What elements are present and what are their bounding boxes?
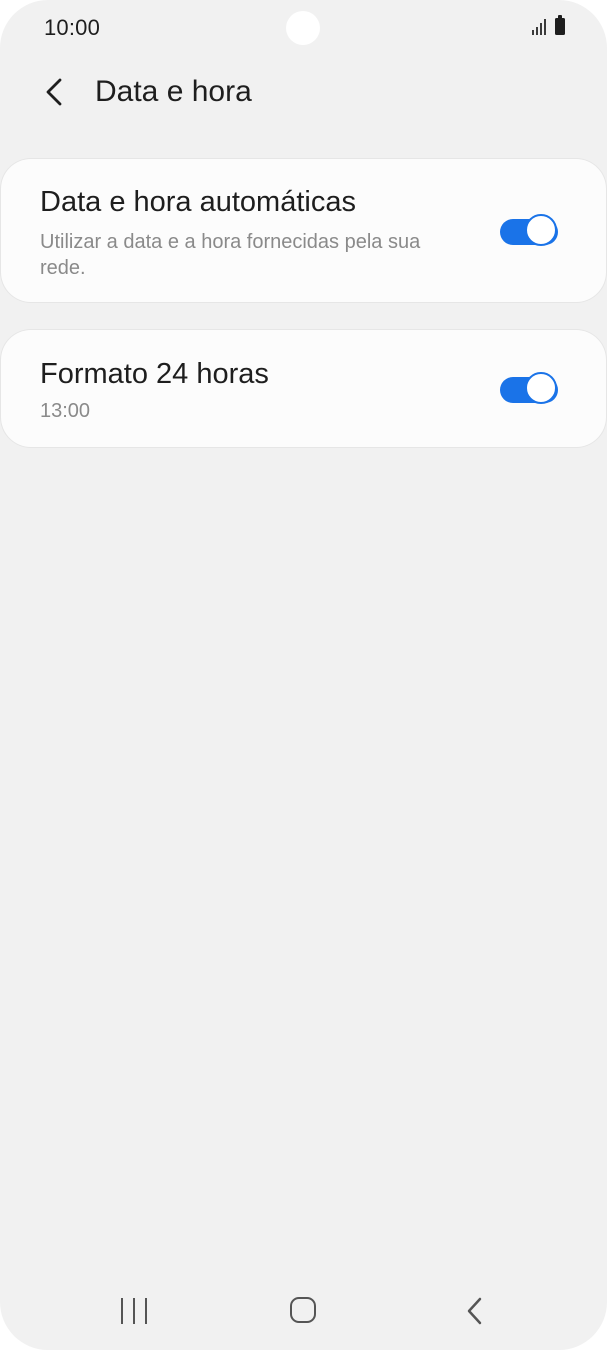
setting-title: Data e hora automáticas xyxy=(40,186,356,218)
setting-subtitle: 13:00 xyxy=(40,400,91,422)
back-icon[interactable] xyxy=(460,1295,490,1327)
home-icon[interactable] xyxy=(290,1297,316,1323)
toggle-knob xyxy=(525,214,557,246)
24-hour-format-toggle[interactable] xyxy=(500,371,562,407)
page-title: Data e hora xyxy=(95,75,252,108)
status-time: 10:00 xyxy=(44,15,101,40)
camera-cutout xyxy=(286,11,320,45)
setting-title: Formato 24 horas xyxy=(40,358,269,390)
status-icons xyxy=(532,15,565,35)
recent-apps-icon[interactable] xyxy=(118,1298,150,1324)
back-button[interactable] xyxy=(32,70,76,114)
signal-icon xyxy=(532,17,546,35)
setting-subtitle: Utilizar a data e a hora fornecidas pela… xyxy=(40,231,421,279)
automatic-date-time-toggle[interactable] xyxy=(500,213,562,249)
toggle-knob xyxy=(525,372,557,404)
battery-icon xyxy=(555,15,565,35)
phone-screen: 10:00 Data e hora Data e hora automática… xyxy=(0,0,607,1350)
chevron-left-icon xyxy=(46,78,62,106)
